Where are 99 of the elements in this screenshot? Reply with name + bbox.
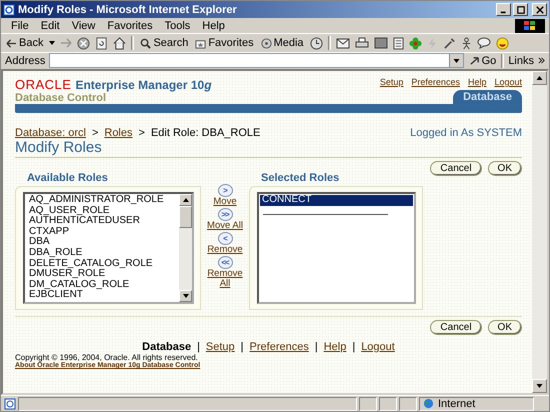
role-option[interactable]: CONNECT (260, 195, 413, 206)
address-label: Address (5, 54, 46, 66)
history-icon[interactable] (310, 36, 323, 50)
brand-logo: ORACLE (15, 77, 72, 92)
action-button[interactable]: OK (488, 161, 522, 176)
dropdown-arrow-icon[interactable] (452, 58, 460, 62)
role-option[interactable]: AUTHENTICATEDUSER (27, 216, 177, 227)
global-link[interactable]: Setup (380, 77, 404, 87)
role-option[interactable]: CTXAPP (27, 226, 177, 238)
shuttle-link[interactable]: Move All (206, 221, 244, 231)
dropdown-arrow-icon[interactable] (49, 41, 56, 45)
list-heading: Selected Roles (260, 172, 340, 184)
disc-icon (260, 38, 272, 48)
person-icon[interactable] (460, 36, 472, 50)
menu-item[interactable]: Tools (158, 20, 196, 32)
zone-label: Internet (438, 398, 476, 410)
close-icon (536, 6, 544, 14)
copyright-text: Copyright © 1996, 2004, Oracle. All rights reserved. (15, 353, 199, 362)
link-separator: | (197, 341, 200, 353)
breadcrumb-current: Edit Role: DBA_ROLE (150, 127, 260, 139)
shuttle-link[interactable]: Remove All (206, 269, 244, 289)
favorites-button[interactable]: Favorites (194, 37, 255, 49)
database-tab[interactable]: Database (453, 90, 522, 104)
page-scrollbar[interactable] (532, 71, 547, 393)
global-link[interactable]: Logout (494, 77, 522, 87)
role-option[interactable]: EJBCLIENT (27, 290, 177, 301)
search-icon (140, 38, 152, 48)
shuttle-link[interactable]: Move (206, 197, 244, 207)
page-title: Modify Roles (15, 139, 522, 158)
flower-icon[interactable] (408, 36, 422, 50)
role-option[interactable]: AQ_ADMINISTRATOR_ROLE (27, 195, 177, 206)
role-option[interactable]: DBA (27, 237, 177, 248)
refresh-icon[interactable] (95, 36, 108, 50)
window-title: Modify Roles - Microsoft Internet Explorer (18, 4, 238, 16)
global-link[interactable]: Preferences (411, 77, 460, 87)
footer-link[interactable]: Help (324, 341, 346, 353)
logged-in-text: Logged in As SYSTEM (410, 127, 522, 139)
page-icon (4, 398, 16, 410)
breadcrumb-link[interactable]: Roles (104, 127, 132, 139)
menu-item[interactable]: Help (196, 20, 231, 32)
star-folder-icon (195, 38, 206, 48)
breadcrumb-separator: > (138, 127, 145, 139)
back-arrow-icon (6, 38, 17, 48)
list-scrollbar[interactable] (179, 194, 192, 302)
available-roles-list[interactable]: AQ_ADMINISTRATOR_ROLE AQ_USER_ROLE AUTHENTICATEDUSER CTXAPP DBA DBA_ROLE DELETE_CATALOG_ROLE DMUSER_ROLE DM_CATALOG_ROLE EJBCLIENT (23, 192, 194, 304)
footer-link[interactable]: Logout (361, 341, 395, 353)
back-button[interactable]: Back (5, 37, 44, 49)
action-button[interactable]: Cancel (430, 161, 482, 176)
print-icon[interactable] (354, 37, 369, 49)
mail-icon[interactable] (336, 37, 350, 49)
link-separator: | (314, 341, 318, 353)
action-button[interactable]: Cancel (430, 320, 482, 335)
link-separator: | (352, 341, 356, 353)
product-subtitle: Database Control (15, 92, 108, 104)
down-arrow-icon[interactable] (536, 384, 543, 388)
up-arrow-icon[interactable] (182, 198, 188, 202)
product-name: Enterprise Manager 10g (75, 78, 212, 92)
chat-icon[interactable] (476, 37, 491, 49)
list-heading: Available Roles (26, 172, 109, 184)
role-option[interactable]: AQ_USER_ROLE (27, 206, 177, 216)
address-field[interactable] (49, 53, 464, 68)
stop-icon[interactable] (77, 36, 90, 50)
role-option[interactable]: DMUSER_ROLE (27, 269, 177, 280)
breadcrumb-link[interactable]: Database: orcl (15, 127, 86, 139)
search-button[interactable]: Search (139, 37, 190, 49)
chevron-icon[interactable] (538, 57, 545, 64)
menu-item[interactable]: View (66, 20, 102, 32)
role-option[interactable]: DELETE_CATALOG_ROLE (27, 258, 177, 270)
menu-item[interactable]: Favorites (101, 20, 159, 32)
menu-item[interactable]: Edit (34, 20, 66, 32)
scrollbar-thumb[interactable] (179, 206, 192, 228)
windows-logo (515, 18, 545, 32)
footer-link[interactable]: Setup (206, 341, 235, 353)
up-arrow-icon[interactable] (536, 76, 543, 80)
menu-item[interactable]: File (5, 20, 35, 32)
close-button[interactable] (532, 3, 547, 16)
go-button[interactable]: Go (468, 54, 498, 66)
selected-roles-list[interactable]: CONNECT (257, 192, 416, 304)
role-option[interactable]: DBA_ROLE (27, 248, 177, 259)
smiley-icon[interactable] (496, 36, 509, 50)
global-link[interactable]: Help (468, 77, 486, 87)
action-button[interactable]: OK (488, 320, 522, 335)
link-separator: | (240, 341, 244, 353)
arrow-icon (468, 55, 480, 66)
links-button[interactable]: Links (508, 54, 534, 66)
role-option[interactable]: DM_CATALOG_ROLE (27, 280, 177, 290)
browser-icon (3, 4, 15, 16)
maximize-button[interactable] (513, 3, 528, 16)
breadcrumb-separator: > (92, 127, 98, 139)
document-icon[interactable] (392, 36, 404, 50)
footer-link[interactable]: Preferences (250, 341, 309, 353)
globe-icon (423, 398, 434, 409)
maximize-icon (516, 6, 524, 14)
down-arrow-icon[interactable] (182, 294, 188, 298)
minimize-button[interactable] (496, 3, 511, 16)
footer-current: Database (142, 341, 192, 353)
home-icon[interactable] (113, 36, 126, 50)
shuttle-link[interactable]: Remove (206, 245, 244, 255)
media-button[interactable]: Media (260, 37, 305, 49)
